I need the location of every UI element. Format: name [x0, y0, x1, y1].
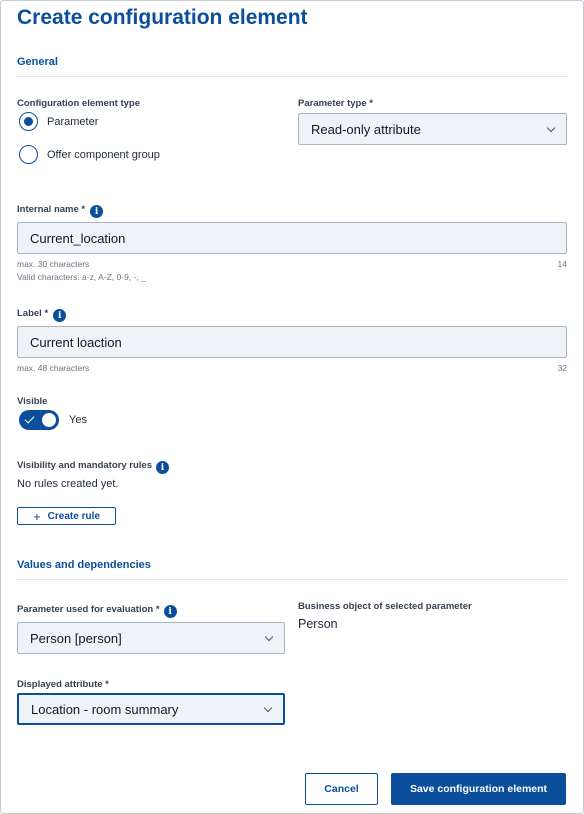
parameter-type-label: Parameter type *	[298, 98, 373, 109]
section-general-heading: General	[17, 56, 58, 68]
cancel-button[interactable]: Cancel	[305, 773, 378, 805]
radio-offer-component-group-indicator[interactable]	[19, 145, 38, 164]
rules-label: Visibility and mandatory rules	[17, 459, 152, 471]
label-count: 32	[557, 363, 567, 373]
business-object-label: Business object of selected parameter	[298, 601, 472, 612]
save-button[interactable]: Save configuration element	[391, 773, 566, 805]
displayed-attribute-value: Location - room summary	[31, 701, 179, 717]
check-icon	[24, 413, 35, 424]
visible-state: Yes	[69, 414, 87, 426]
info-icon[interactable]: i	[90, 205, 104, 218]
visible-toggle[interactable]	[19, 410, 59, 430]
internal-name-label: Internal name *	[17, 204, 86, 215]
label-input[interactable]: Current loaction	[17, 326, 567, 358]
internal-name-count: 14	[557, 259, 567, 269]
info-icon[interactable]: i	[53, 309, 67, 322]
internal-name-hint: max. 30 characters	[17, 259, 90, 269]
radio-parameter[interactable]: Parameter	[19, 112, 98, 131]
evaluation-label-row: Parameter used for evaluation * i	[17, 601, 177, 618]
label-hint: max. 48 characters	[17, 363, 90, 373]
label-field-label-row: Label * i	[17, 305, 67, 322]
evaluation-value: Person [person]	[30, 630, 122, 646]
visible-label: Visible	[17, 396, 48, 407]
info-icon[interactable]: i	[155, 461, 169, 474]
section-values-heading: Values and dependencies	[17, 559, 151, 571]
displayed-attribute-label: Displayed attribute *	[17, 679, 109, 690]
label-value: Current loaction	[30, 334, 122, 350]
chevron-down-icon	[263, 703, 273, 712]
rules-empty-text: No rules created yet.	[17, 478, 119, 490]
radio-parameter-label: Parameter	[47, 115, 99, 128]
chevron-down-icon	[546, 123, 556, 132]
internal-name-value: Current_location	[30, 230, 126, 246]
internal-name-label-row: Internal name * i	[17, 201, 104, 218]
internal-name-valid-chars: Valid characters: a-z, A-Z, 0-9, -, _	[17, 272, 146, 282]
internal-name-input[interactable]: Current_location	[17, 222, 567, 254]
divider	[17, 579, 567, 580]
chevron-down-icon	[264, 632, 274, 641]
label-field-label: Label *	[17, 308, 49, 319]
visible-toggle-row: Yes	[19, 410, 87, 430]
radio-offer-component-group[interactable]: Offer component group	[19, 145, 160, 164]
parameter-type-value: Read-only attribute	[311, 121, 421, 137]
page-title: Create configuration element	[17, 6, 308, 29]
radio-offer-component-group-label: Offer component group	[47, 148, 160, 161]
element-type-label: Configuration element type	[17, 98, 140, 109]
plus-icon: +	[33, 508, 41, 524]
divider	[17, 76, 567, 77]
evaluation-select[interactable]: Person [person]	[17, 622, 285, 654]
create-rule-label: Create rule	[47, 510, 100, 522]
displayed-attribute-select[interactable]: Location - room summary	[17, 693, 285, 725]
rules-label-row: Visibility and mandatory rules i	[17, 456, 169, 474]
radio-parameter-indicator[interactable]	[19, 112, 38, 131]
business-object-value: Person	[298, 617, 338, 631]
create-rule-button[interactable]: + Create rule	[17, 507, 116, 525]
parameter-type-select[interactable]: Read-only attribute	[298, 113, 567, 145]
evaluation-label: Parameter used for evaluation *	[17, 604, 160, 615]
info-icon[interactable]: i	[163, 605, 177, 618]
